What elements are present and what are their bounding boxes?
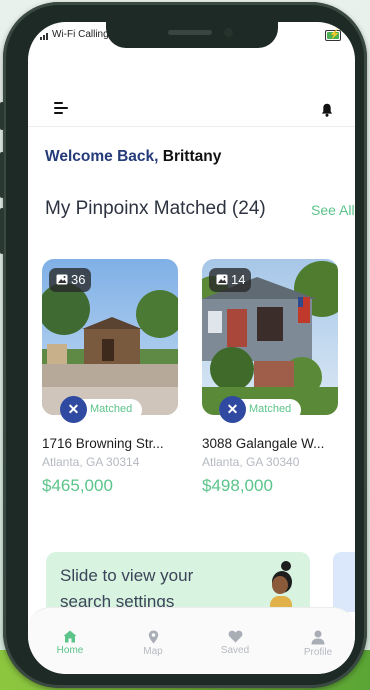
listing-card[interactable]: 14 [202, 259, 338, 415]
image-icon [216, 274, 228, 285]
tab-label: Profile [303, 647, 333, 658]
phone-side-button [0, 102, 4, 130]
phone-side-button [0, 152, 4, 198]
user-icon [311, 630, 325, 645]
listing-address[interactable]: 1716 Browning Str... [42, 436, 164, 451]
photo-count-badge: 36 [49, 268, 91, 292]
map-pin-icon [148, 630, 158, 644]
photo-count-badge: 14 [209, 268, 251, 292]
listing-card[interactable]: 36 [42, 259, 178, 415]
listing-city: Atlanta, GA 30340 [202, 455, 300, 469]
tab-map[interactable]: Map [121, 630, 185, 657]
phone-notch [106, 22, 278, 48]
image-icon [56, 274, 68, 285]
welcome-message: Welcome Back, Brittany [45, 148, 221, 166]
pinpoinx-logo-icon: ✕ [219, 396, 246, 423]
pinpoinx-logo-icon: ✕ [60, 396, 87, 423]
tab-label: Map [143, 646, 163, 657]
matched-badge: ✕ Matched [219, 396, 301, 423]
signal-icon [40, 32, 50, 40]
tab-label: Home [56, 645, 84, 656]
listing-price: $465,000 [42, 476, 113, 495]
bell-icon[interactable] [321, 103, 333, 117]
slide-card-text: Slide to view your search settings [60, 566, 194, 611]
matched-label: Matched [249, 403, 292, 415]
listing-photo[interactable]: 14 [202, 259, 338, 415]
welcome-prefix: Welcome Back, [45, 148, 159, 165]
next-slide-card-peek[interactable] [333, 552, 355, 612]
tab-profile[interactable]: Profile [286, 630, 350, 658]
photo-count: 36 [71, 272, 86, 287]
menu-icon[interactable] [54, 102, 68, 116]
tab-home[interactable]: Home [38, 630, 102, 656]
photo-count: 14 [231, 272, 246, 287]
search-settings-slide-card[interactable]: Slide to view your search settings [46, 552, 310, 612]
app-screen: Wi-Fi Calling ⚡ Welcome Back, Brittany M… [28, 22, 355, 674]
tab-saved[interactable]: Saved [203, 630, 267, 656]
phone-side-button [0, 208, 4, 254]
matched-label: Matched [90, 403, 133, 415]
carrier-label: Wi-Fi Calling [52, 29, 109, 40]
listing-city: Atlanta, GA 30314 [42, 455, 140, 469]
user-name: Brittany [162, 148, 222, 165]
matched-section-title: My Pinpoinx Matched (24) [45, 198, 266, 219]
bottom-tab-bar: Home Map Saved Profile [28, 607, 355, 674]
see-all-link[interactable]: See All [311, 202, 355, 218]
phone-frame: Wi-Fi Calling ⚡ Welcome Back, Brittany M… [0, 2, 367, 688]
tab-label: Saved [220, 645, 250, 656]
battery-icon: ⚡ [325, 29, 341, 41]
listing-price: $498,000 [202, 476, 273, 495]
home-icon [63, 630, 77, 643]
heart-icon [228, 630, 242, 643]
person-illustration-icon [270, 561, 292, 612]
app-header [28, 70, 355, 127]
matched-badge: ✕ Matched [60, 396, 142, 423]
listing-photo[interactable]: 36 [42, 259, 178, 415]
listing-address[interactable]: 3088 Galangale W... [202, 436, 324, 451]
